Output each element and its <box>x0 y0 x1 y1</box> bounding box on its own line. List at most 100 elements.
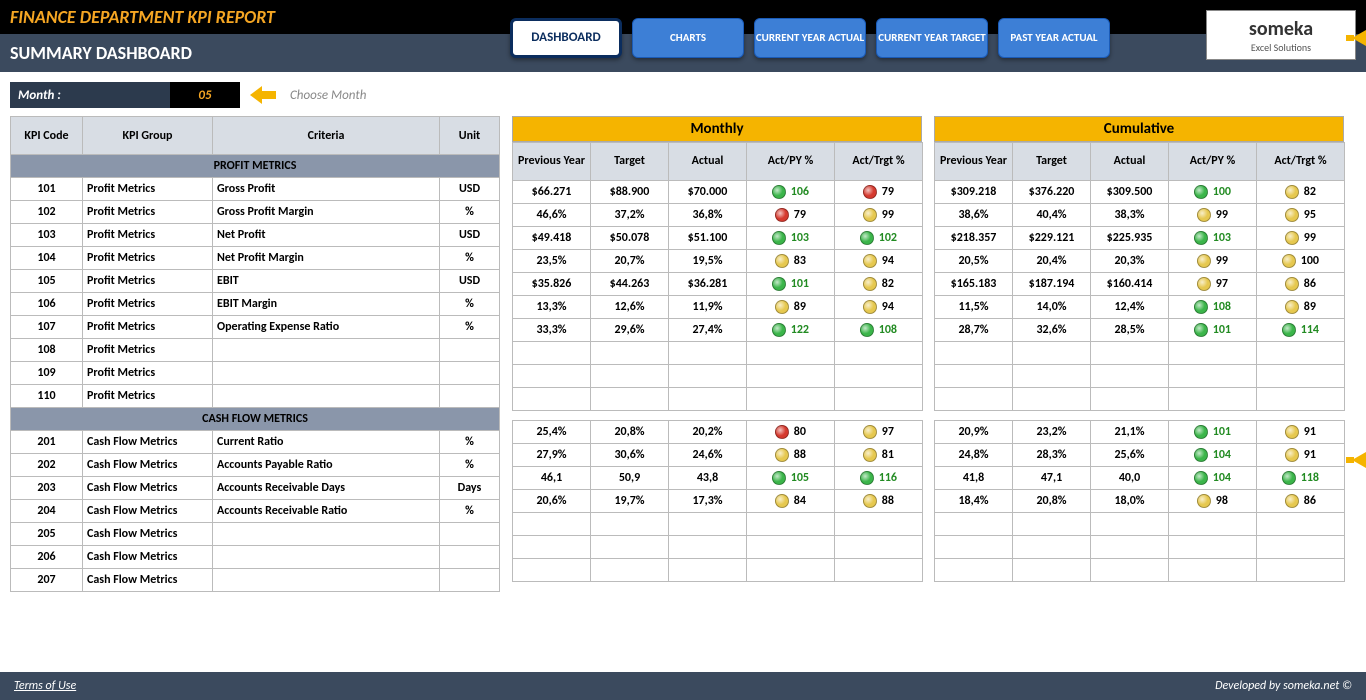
cell-group: Profit Metrics <box>83 224 213 247</box>
kpi-row: 202Cash Flow MetricsAccounts Payable Rat… <box>11 454 500 477</box>
cell-act-trgt: 108 <box>835 319 923 342</box>
terms-link[interactable]: Terms of Use <box>14 679 76 693</box>
cell-act-py: 99 <box>1169 250 1257 273</box>
nav-current-year-actual[interactable]: CURRENT YEAR ACTUAL <box>754 18 866 58</box>
data-row <box>935 342 1345 365</box>
cell-prev-year: 20,6% <box>513 490 591 513</box>
data-row: 28,7%32,6%28,5% 101 114 <box>935 319 1345 342</box>
status-dot-icon <box>775 448 789 462</box>
data-row: $165.183$187.194$160.414 97 86 <box>935 273 1345 296</box>
status-dot-icon <box>1285 494 1299 508</box>
nav-past-year-actual[interactable]: PAST YEAR ACTUAL <box>998 18 1110 58</box>
status-dot-icon <box>1194 448 1208 462</box>
data-row: 24,8%28,3%25,6% 104 91 <box>935 444 1345 467</box>
cell-group: Cash Flow Metrics <box>83 546 213 569</box>
cell-prev-year: 28,7% <box>935 319 1013 342</box>
kpi-row: 107Profit MetricsOperating Expense Ratio… <box>11 316 500 339</box>
nav-charts[interactable]: CHARTS <box>632 18 744 58</box>
data-row <box>513 513 923 536</box>
kpi-row: 203Cash Flow MetricsAccounts Receivable … <box>11 477 500 500</box>
cell-unit: % <box>440 316 500 339</box>
cell-act-py: 88 <box>747 444 835 467</box>
cell-prev-year: 41,8 <box>935 467 1013 490</box>
cell-act-trgt: 99 <box>835 204 923 227</box>
month-label: Month : <box>10 88 170 103</box>
cell-criteria <box>213 523 440 546</box>
status-dot-icon <box>772 231 786 245</box>
cell-act-py: 101 <box>1169 421 1257 444</box>
data-row <box>513 536 923 559</box>
cell-act-py: 105 <box>747 467 835 490</box>
data-row: 41,847,140,0 104 118 <box>935 467 1345 490</box>
cell-code: 106 <box>11 293 83 316</box>
kpi-row: 206Cash Flow Metrics <box>11 546 500 569</box>
status-dot-icon <box>1285 185 1299 199</box>
data-row <box>935 559 1345 582</box>
cell-act-trgt: 116 <box>835 467 923 490</box>
cell-code: 104 <box>11 247 83 270</box>
data-row: 46,150,943,8 105 116 <box>513 467 923 490</box>
cell-prev-year: $218.357 <box>935 227 1013 250</box>
cell-code: 109 <box>11 362 83 385</box>
kpi-row: 205Cash Flow Metrics <box>11 523 500 546</box>
cell-prev-year: 25,4% <box>513 421 591 444</box>
cell-act-trgt: 97 <box>835 421 923 444</box>
cell-group: Cash Flow Metrics <box>83 500 213 523</box>
cell-actual: 18,0% <box>1091 490 1169 513</box>
status-dot-icon <box>1194 323 1208 337</box>
cell-group: Cash Flow Metrics <box>83 454 213 477</box>
cell-group: Cash Flow Metrics <box>83 431 213 454</box>
cell-act-py: 99 <box>1169 204 1257 227</box>
cell-actual: 38,3% <box>1091 204 1169 227</box>
month-selector[interactable]: Month : 05 <box>10 82 240 108</box>
cell-target: 37,2% <box>591 204 669 227</box>
data-row <box>513 342 923 365</box>
col-kpi-group: KPI Group <box>83 117 213 155</box>
col-kpi-code: KPI Code <box>11 117 83 155</box>
status-dot-icon <box>775 300 789 314</box>
status-dot-icon <box>772 185 786 199</box>
cell-group: Profit Metrics <box>83 270 213 293</box>
month-hint: Choose Month <box>290 88 366 103</box>
nav-dashboard[interactable]: DASHBOARD <box>510 18 622 58</box>
cell-act-py: 97 <box>1169 273 1257 296</box>
cumulative-title: Cumulative <box>934 116 1344 142</box>
cell-code: 110 <box>11 385 83 408</box>
cell-act-trgt: 82 <box>835 273 923 296</box>
cell-code: 207 <box>11 569 83 592</box>
arrow-right-icon[interactable] <box>1346 30 1366 46</box>
arrow-right-icon[interactable] <box>1346 452 1366 468</box>
cell-prev-year: 20,9% <box>935 421 1013 444</box>
data-row: 27,9%30,6%24,6% 88 81 <box>513 444 923 467</box>
cell-actual: $51.100 <box>669 227 747 250</box>
cell-target: 23,2% <box>1013 421 1091 444</box>
cell-unit: USD <box>440 270 500 293</box>
status-dot-icon <box>1194 471 1208 485</box>
monthly-panel: Monthly Previous YearTargetActualAct/PY … <box>512 116 922 592</box>
data-row <box>935 536 1345 559</box>
cell-unit: % <box>440 431 500 454</box>
col-act-py: Act/PY % <box>1169 143 1257 181</box>
cell-group: Profit Metrics <box>83 385 213 408</box>
cell-act-trgt: 102 <box>835 227 923 250</box>
kpi-row: 204Cash Flow MetricsAccounts Receivable … <box>11 500 500 523</box>
cell-act-py: 108 <box>1169 296 1257 319</box>
status-dot-icon <box>863 208 877 222</box>
cell-actual: 11,9% <box>669 296 747 319</box>
cell-act-trgt: 94 <box>835 250 923 273</box>
cell-actual: 21,1% <box>1091 421 1169 444</box>
kpi-row: 201Cash Flow MetricsCurrent Ratio% <box>11 431 500 454</box>
status-dot-icon <box>863 494 877 508</box>
status-dot-icon <box>863 185 877 199</box>
cell-target: 50,9 <box>591 467 669 490</box>
cell-criteria: Gross Profit Margin <box>213 201 440 224</box>
month-value: 05 <box>170 82 240 108</box>
cell-target: $44.263 <box>591 273 669 296</box>
status-dot-icon <box>775 208 789 222</box>
cell-act-py: 103 <box>747 227 835 250</box>
cell-criteria: Accounts Receivable Days <box>213 477 440 500</box>
cell-prev-year: 46,6% <box>513 204 591 227</box>
logo-text: someka <box>1249 17 1313 41</box>
cell-criteria <box>213 385 440 408</box>
nav-current-year-target[interactable]: CURRENT YEAR TARGET <box>876 18 988 58</box>
